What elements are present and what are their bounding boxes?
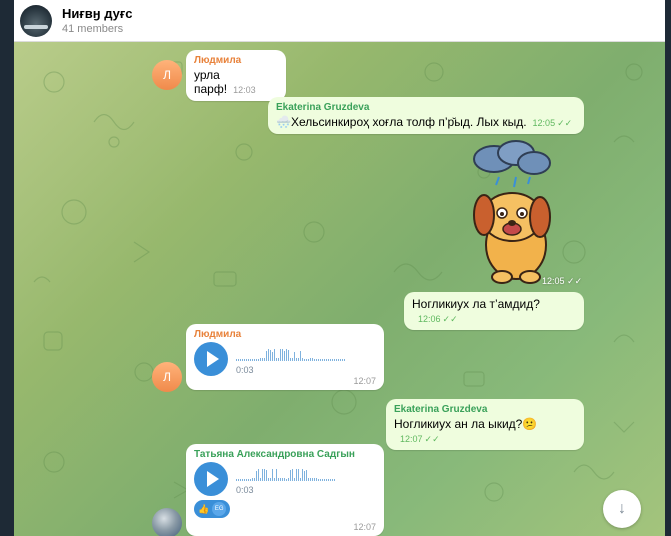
reaction-user-avatar: EG [212,502,227,516]
sticker-sad-dog[interactable] [454,137,594,287]
message-time: 12:07 [400,434,423,444]
voice-duration: 0:03 [236,365,254,375]
message-author[interactable]: Татьяна Александровна Садгын [194,449,376,460]
message-text: Ногликиух ан ла ыкид? [394,417,523,431]
chat-header[interactable]: Ниғвӈ дуғс 41 members [14,0,665,42]
message-time: 12:06 [418,314,441,324]
message-author[interactable]: Людмила [194,329,376,340]
voice-duration: 0:03 [236,485,254,495]
group-avatar[interactable] [20,4,52,37]
reactions: 👍 EG [194,500,376,518]
voice-message-bubble[interactable]: Татьяна Александровна Садгын 0:03 👍 EG 1… [186,444,384,536]
message-bubble[interactable]: Ekaterina Gruzdeva Ногликиух ан ла ыкид?… [386,399,584,450]
weather-emoji: 🌨️ [276,115,291,129]
thumbs-up-icon: 👍 [198,503,210,514]
voice-message-bubble[interactable]: Людмила 0:03 12:07 [186,324,384,390]
message-author[interactable]: Ekaterina Gruzdeva [276,102,576,113]
sticker-time: 12:05 ✓✓ [542,276,583,286]
message-time: 12:05 [532,118,556,128]
play-icon[interactable] [194,462,228,496]
message-text: урла парф! [194,68,228,96]
voice-waveform[interactable] [236,343,345,361]
avatar[interactable]: Л [152,362,182,392]
message-list[interactable]: Л Людмила урла парф! 12:03 Ekaterina Gruz… [14,42,665,536]
avatar[interactable] [152,508,182,536]
message-bubble[interactable]: Людмила урла парф! 12:03 [186,50,286,101]
arrow-down-icon[interactable]: ↓ [603,490,641,528]
double-check-icon: ✓✓ [442,314,458,324]
chat-title: Ниғвӈ дуғс [62,6,133,21]
reaction-thumbs-up[interactable]: 👍 EG [194,500,231,518]
voice-waveform[interactable] [236,463,335,481]
message-bubble[interactable]: Ногликиух ла т’aмдид? 12:06 ✓✓ [404,292,584,330]
message-time: 12:07 [353,376,376,386]
double-check-icon: ✓✓ [557,118,573,128]
message-text: Хельсинкироҳ хоғла толф п’р̆ыд. Лых кыд. [290,115,527,129]
message-bubble[interactable]: Ekaterina Gruzdeva 🌨️Хельсинкироҳ хоғла … [268,97,584,134]
message-time: 12:03 [233,85,256,95]
confused-emoji: 😕 [522,417,538,431]
double-check-icon: ✓✓ [424,434,440,444]
message-author[interactable]: Ekaterina Gruzdeva [394,404,576,415]
message-text: Ногликиух ла т’aмдид? [412,297,540,311]
message-author[interactable]: Людмила [194,55,278,66]
members-count: 41 members [62,23,124,35]
message-time: 12:07 [353,522,376,532]
sad-dog-rain-cloud-icon [473,140,551,284]
play-icon[interactable] [194,342,228,376]
avatar[interactable]: Л [152,60,182,90]
